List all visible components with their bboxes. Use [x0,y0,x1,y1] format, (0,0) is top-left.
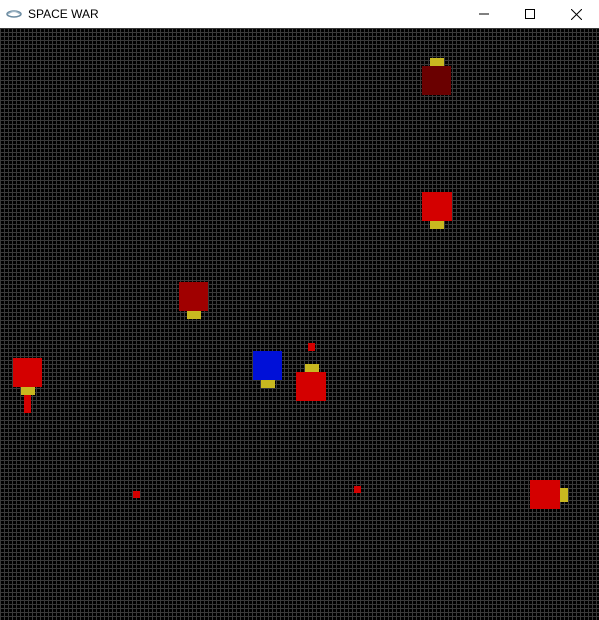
enemy-ship-gun [187,311,201,319]
enemy-ship-gun [430,58,444,66]
enemy-ship-gun [305,364,319,372]
enemy-ship-gun [21,387,35,395]
bullet [133,491,140,498]
game-canvas[interactable] [0,28,599,620]
player-ship-gun [261,380,275,388]
minimize-button[interactable] [461,0,507,28]
bullet [308,343,315,351]
bullet [24,395,31,413]
player-ship [253,351,282,380]
window-title: SPACE WAR [28,7,99,21]
game-app-icon [6,10,22,18]
enemy-ship [422,192,452,221]
maximize-icon [525,9,535,19]
minimize-icon [479,13,489,15]
bullet [354,486,361,493]
maximize-button[interactable] [507,0,553,28]
enemy-ship [296,372,326,401]
enemy-ship-gun [430,221,444,229]
enemy-ship [13,358,42,387]
enemy-ship [179,282,208,311]
title-bar[interactable]: SPACE WAR [0,0,599,28]
enemy-ship [530,480,560,509]
game-window: SPACE WAR [0,0,599,620]
close-icon [570,8,582,20]
enemy-ship [422,66,451,95]
enemy-ship-gun [560,488,568,502]
close-button[interactable] [553,0,599,28]
